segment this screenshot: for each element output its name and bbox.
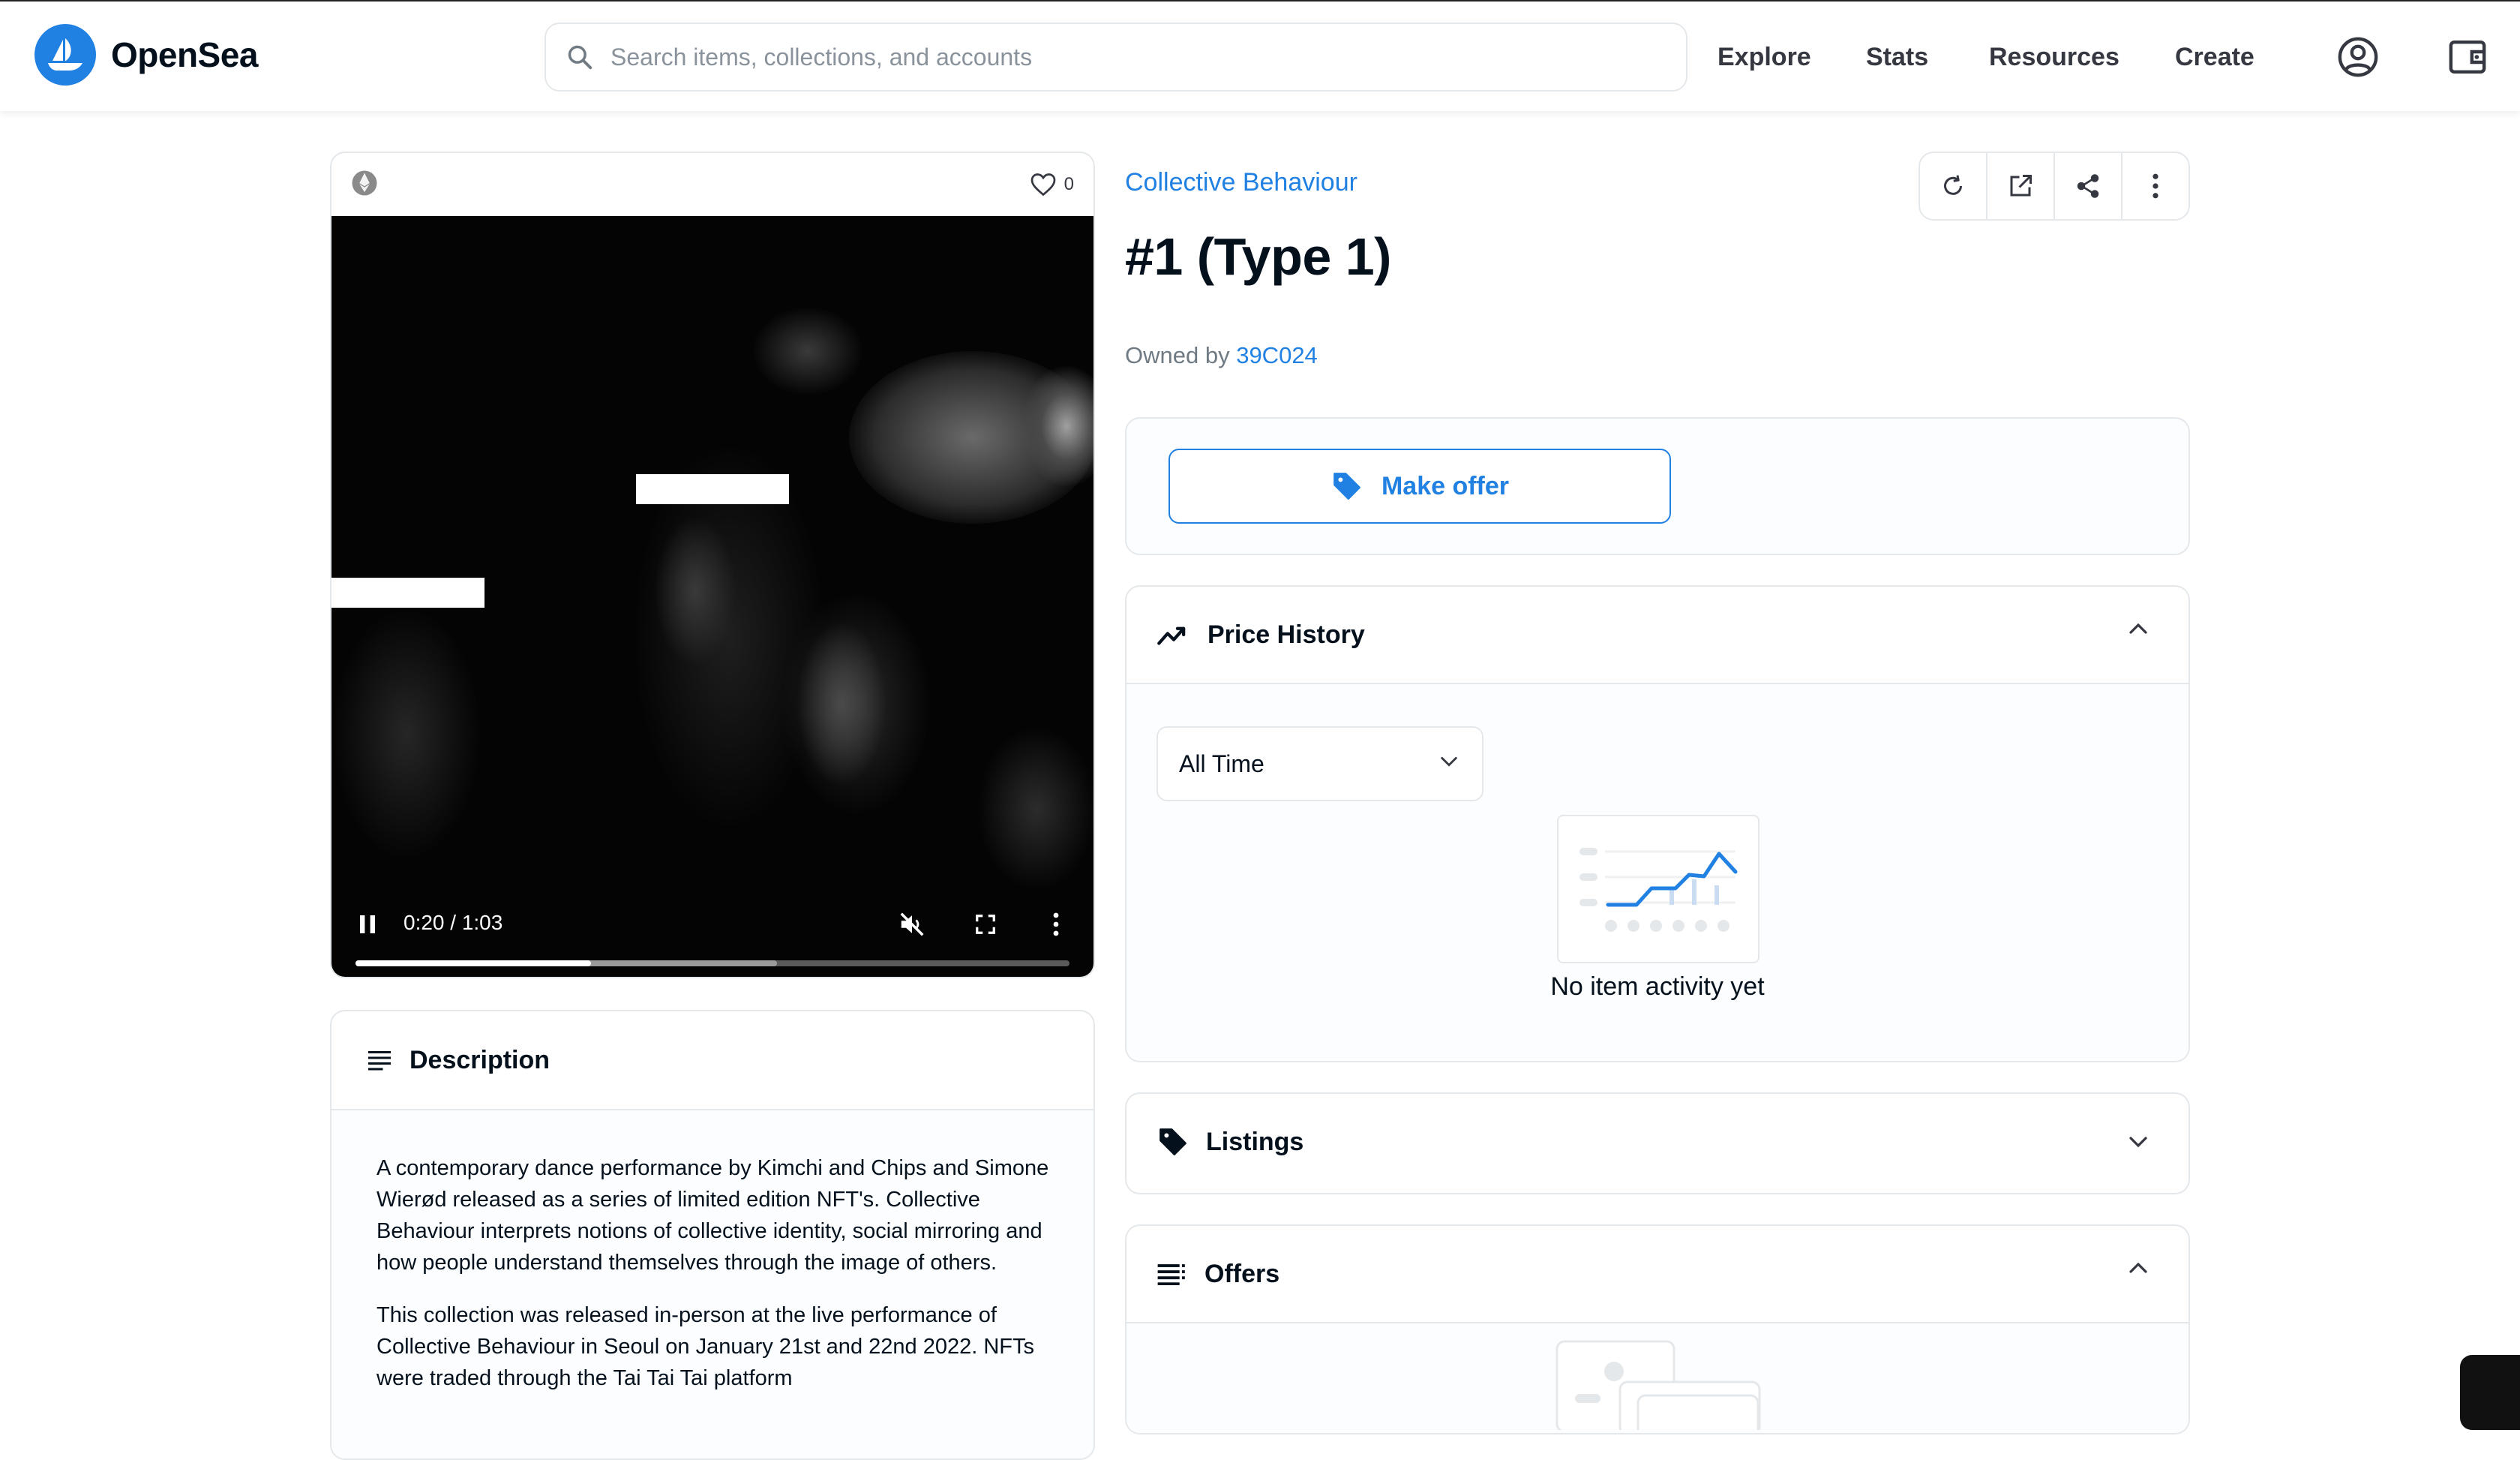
description-icon (368, 1051, 391, 1071)
nav-resources[interactable]: Resources (1989, 2, 2120, 113)
pause-icon[interactable] (352, 909, 382, 939)
media-card: 0 0:20 / 1:03 (330, 152, 1095, 978)
mute-icon[interactable] (897, 909, 927, 939)
redaction-box (332, 578, 484, 608)
tag-icon (1334, 473, 1360, 500)
nav-explore[interactable]: Explore (1718, 2, 1811, 113)
video-time: 0:20 / 1:03 (404, 911, 503, 934)
item-title: #1 (Type 1) (1125, 227, 1392, 286)
time-range-select[interactable]: All Time (1156, 726, 1484, 801)
redaction-box (636, 474, 789, 504)
chat-widget[interactable] (2460, 1355, 2520, 1430)
opensea-logo-icon (34, 24, 96, 86)
description-body: A contemporary dance performance by Kimc… (332, 1110, 1094, 1458)
fullscreen-icon[interactable] (970, 909, 1000, 939)
owner-link[interactable]: 39C024 (1236, 342, 1318, 368)
item-actions (1918, 152, 2190, 221)
price-history-body: All Time No item activity yet (1126, 683, 2188, 1061)
trending-icon (1157, 626, 1186, 645)
offers-panel: Offers (1125, 1224, 2190, 1434)
brand-name: OpenSea (111, 35, 258, 74)
trade-panel: Make offer (1125, 417, 2190, 555)
offers-header[interactable]: Offers (1126, 1226, 2188, 1322)
heart-icon (1030, 173, 1055, 197)
search-icon (568, 45, 592, 70)
description-paragraph: This collection was released in-person a… (376, 1303, 1034, 1390)
chevron-up-icon[interactable] (2127, 621, 2150, 636)
more-icon[interactable] (2122, 153, 2188, 219)
chevron-up-icon[interactable] (2127, 1260, 2150, 1275)
video-controls: 0:20 / 1:03 (332, 888, 1094, 977)
chevron-down-icon (1441, 756, 1457, 767)
make-offer-button[interactable]: Make offer (1168, 449, 1671, 524)
offers-list-icon (1157, 1264, 1185, 1285)
video-menu-icon[interactable] (1041, 909, 1071, 939)
description-panel: Description A contemporary dance perform… (330, 1010, 1095, 1460)
nav-stats[interactable]: Stats (1866, 2, 1928, 113)
account-icon[interactable] (2334, 33, 2382, 81)
collection-link[interactable]: Collective Behaviour (1125, 168, 1358, 197)
external-link-icon[interactable] (1988, 153, 2055, 219)
refresh-icon[interactable] (1920, 153, 1988, 219)
empty-offers-illustration (1556, 1340, 1761, 1430)
ethereum-icon[interactable] (351, 170, 378, 200)
video-progress-bar (356, 960, 592, 966)
listings-title: Listings (1206, 1127, 1304, 1156)
opensea-logo[interactable]: OpenSea (34, 24, 258, 86)
favorites-count: 0 (1064, 174, 1074, 194)
video-progress-track[interactable] (356, 960, 1070, 966)
tag-icon (1160, 1128, 1186, 1155)
offers-title: Offers (1204, 1259, 1280, 1288)
description-title: Description (410, 1045, 550, 1074)
owned-by-label: Owned by (1125, 342, 1230, 368)
search-bar[interactable] (544, 23, 1688, 92)
empty-chart-illustration (1557, 815, 1760, 963)
listings-header[interactable]: Listings (1126, 1094, 2188, 1190)
share-icon[interactable] (2055, 153, 2122, 219)
wallet-icon[interactable] (2444, 33, 2492, 81)
price-history-header[interactable]: Price History (1126, 587, 2188, 683)
top-navigation-bar: OpenSea Explore Stats Resources Create (0, 0, 2520, 111)
media-header: 0 (332, 153, 1094, 216)
description-header[interactable]: Description (332, 1011, 1094, 1110)
search-input[interactable] (610, 43, 1660, 71)
owner-line: Owned by 39C024 (1125, 342, 1318, 369)
video-player[interactable]: 0:20 / 1:03 (332, 216, 1094, 977)
favorite-button[interactable]: 0 (1030, 172, 1074, 197)
offers-body (1126, 1322, 2188, 1433)
make-offer-label: Make offer (1381, 471, 1510, 500)
price-history-title: Price History (1208, 620, 1365, 649)
price-history-panel: Price History All Time No item activity … (1125, 585, 2190, 1062)
chevron-down-icon[interactable] (2127, 1134, 2150, 1149)
time-range-value: All Time (1179, 750, 1264, 777)
description-paragraph: A contemporary dance performance by Kimc… (376, 1156, 1049, 1275)
nav-create[interactable]: Create (2175, 2, 2254, 113)
listings-panel: Listings (1125, 1092, 2190, 1194)
empty-activity-text: No item activity yet (1550, 972, 1765, 1001)
